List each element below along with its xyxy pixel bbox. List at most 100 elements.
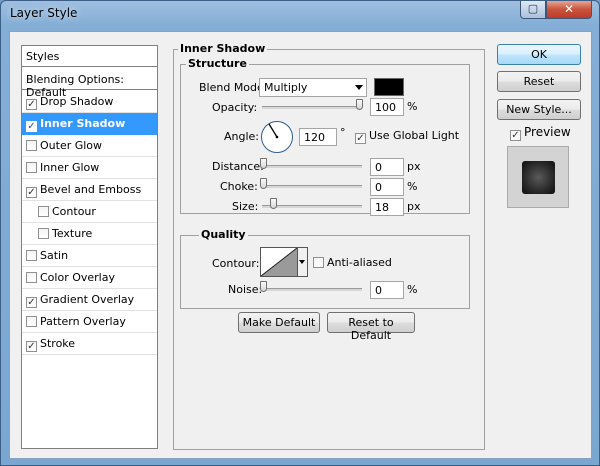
style-item-label: Satin xyxy=(40,249,69,262)
bevel-emboss-checkbox[interactable]: ✓ xyxy=(26,187,37,198)
style-item-inner-glow[interactable]: Inner Glow xyxy=(22,157,157,179)
new-style-button[interactable]: New Style... xyxy=(497,99,581,120)
style-item-stroke[interactable]: ✓ Stroke xyxy=(22,333,157,355)
opacity-unit: % xyxy=(407,100,418,113)
size-slider-track[interactable] xyxy=(262,205,362,208)
choke-unit: % xyxy=(407,180,418,193)
opacity-slider-thumb[interactable] xyxy=(356,99,363,110)
style-item-label: Stroke xyxy=(40,337,76,350)
preview-toggle[interactable]: ✓ Preview xyxy=(510,125,571,141)
angle-needle-icon xyxy=(268,123,279,139)
size-unit: px xyxy=(407,200,421,213)
chevron-down-icon xyxy=(355,85,363,90)
layer-style-window: Layer Style ▢ ✕ Styles Blending Options:… xyxy=(0,0,600,466)
style-item-label: Color Overlay xyxy=(40,271,115,284)
contour-preview[interactable] xyxy=(260,247,298,277)
close-icon[interactable]: ✕ xyxy=(546,1,592,19)
style-item-label: Outer Glow xyxy=(40,139,103,152)
anti-aliased[interactable]: Anti-aliased xyxy=(313,256,392,269)
contour-curve-icon xyxy=(260,247,298,277)
quality-title: Quality xyxy=(199,228,248,241)
reset-to-default-button[interactable]: Reset to Default xyxy=(327,312,415,342)
choke-input[interactable]: 0 xyxy=(370,178,404,196)
angle-dial[interactable] xyxy=(261,121,293,153)
style-item-outer-glow[interactable]: Outer Glow xyxy=(22,135,157,157)
style-item-label: Contour xyxy=(52,205,96,218)
inner-shadow-checkbox[interactable]: ✓ xyxy=(26,121,37,132)
contour-dropdown[interactable] xyxy=(298,247,308,277)
style-item-bevel-emboss[interactable]: ✓ Bevel and Emboss xyxy=(22,179,157,201)
style-item-label: Drop Shadow xyxy=(40,95,114,108)
satin-checkbox[interactable] xyxy=(26,250,37,261)
opacity-slider-track[interactable] xyxy=(262,106,362,109)
anti-aliased-label: Anti-aliased xyxy=(327,256,392,269)
styles-list: Styles Blending Options: Default ✓ Drop S… xyxy=(21,45,158,449)
restore-icon[interactable]: ▢ xyxy=(520,1,546,19)
outer-glow-checkbox[interactable] xyxy=(26,140,37,151)
distance-unit: px xyxy=(407,160,421,173)
anti-aliased-checkbox[interactable] xyxy=(313,257,324,268)
style-item-satin[interactable]: Satin xyxy=(22,245,157,267)
texture-checkbox[interactable] xyxy=(38,228,49,239)
style-item-texture[interactable]: Texture xyxy=(22,223,157,245)
style-item-drop-shadow[interactable]: ✓ Drop Shadow xyxy=(22,91,157,113)
style-item-gradient-overlay[interactable]: ✓ Gradient Overlay xyxy=(22,289,157,311)
style-item-label: Texture xyxy=(52,227,93,240)
drop-shadow-checkbox[interactable]: ✓ xyxy=(26,99,37,110)
styles-header[interactable]: Styles xyxy=(22,46,157,67)
noise-slider-thumb[interactable] xyxy=(260,281,267,292)
noise-unit: % xyxy=(407,283,418,296)
distance-slider-track[interactable] xyxy=(262,165,362,168)
chevron-down-icon xyxy=(299,260,305,264)
size-input[interactable]: 18 xyxy=(370,198,404,216)
preview-swatch xyxy=(522,161,555,194)
noise-slider-track[interactable] xyxy=(262,288,362,291)
gradient-overlay-checkbox[interactable]: ✓ xyxy=(26,297,37,308)
blend-mode-label: Blend Mode: xyxy=(199,81,268,94)
style-item-label: Bevel and Emboss xyxy=(40,183,142,196)
color-overlay-checkbox[interactable] xyxy=(26,272,37,283)
section-title: Inner Shadow xyxy=(178,42,268,55)
use-global-light-checkbox[interactable]: ✓ xyxy=(355,133,366,144)
distance-input[interactable]: 0 xyxy=(370,158,404,176)
inner-glow-checkbox[interactable] xyxy=(26,162,37,173)
quality-group xyxy=(180,235,470,309)
blending-options-item[interactable]: Blending Options: Default xyxy=(22,68,157,99)
make-default-button[interactable]: Make Default xyxy=(238,312,320,333)
blend-mode-select[interactable]: Multiply xyxy=(259,78,367,97)
size-label: Size: xyxy=(232,200,259,213)
title-bar[interactable]: Layer Style ▢ ✕ xyxy=(1,1,599,25)
ok-button[interactable]: OK xyxy=(497,44,581,65)
angle-input[interactable]: 120 xyxy=(299,128,337,146)
preview-label: Preview xyxy=(524,125,571,139)
style-item-color-overlay[interactable]: Color Overlay xyxy=(22,267,157,289)
size-slider-thumb[interactable] xyxy=(270,198,277,209)
choke-slider-thumb[interactable] xyxy=(260,178,267,189)
angle-label: Angle: xyxy=(224,130,260,143)
distance-slider-thumb[interactable] xyxy=(260,158,267,169)
style-item-inner-shadow[interactable]: ✓ Inner Shadow xyxy=(22,113,157,135)
pattern-overlay-checkbox[interactable] xyxy=(26,316,37,327)
contour-label: Contour: xyxy=(212,257,260,270)
reset-button[interactable]: Reset xyxy=(497,71,581,92)
shadow-color-swatch[interactable] xyxy=(374,78,404,96)
distance-label: Distance: xyxy=(212,160,264,173)
preview-checkbox[interactable]: ✓ xyxy=(510,130,521,141)
structure-title: Structure xyxy=(186,57,249,70)
opacity-input[interactable]: 100 xyxy=(370,98,404,116)
choke-slider-track[interactable] xyxy=(262,185,362,188)
stroke-checkbox[interactable]: ✓ xyxy=(26,341,37,352)
style-item-pattern-overlay[interactable]: Pattern Overlay xyxy=(22,311,157,333)
style-item-label: Inner Glow xyxy=(40,161,100,174)
window-title: Layer Style xyxy=(10,6,78,20)
use-global-light[interactable]: ✓ Use Global Light xyxy=(355,129,459,144)
opacity-label: Opacity: xyxy=(212,101,258,114)
style-item-label: Pattern Overlay xyxy=(40,315,126,328)
dialog-body: Styles Blending Options: Default ✓ Drop S… xyxy=(9,31,592,459)
contour-checkbox[interactable] xyxy=(38,206,49,217)
noise-label: Noise: xyxy=(228,283,263,296)
noise-input[interactable]: 0 xyxy=(370,281,404,299)
style-item-contour[interactable]: Contour xyxy=(22,201,157,223)
angle-unit: ° xyxy=(340,126,346,139)
style-preview xyxy=(507,146,569,208)
